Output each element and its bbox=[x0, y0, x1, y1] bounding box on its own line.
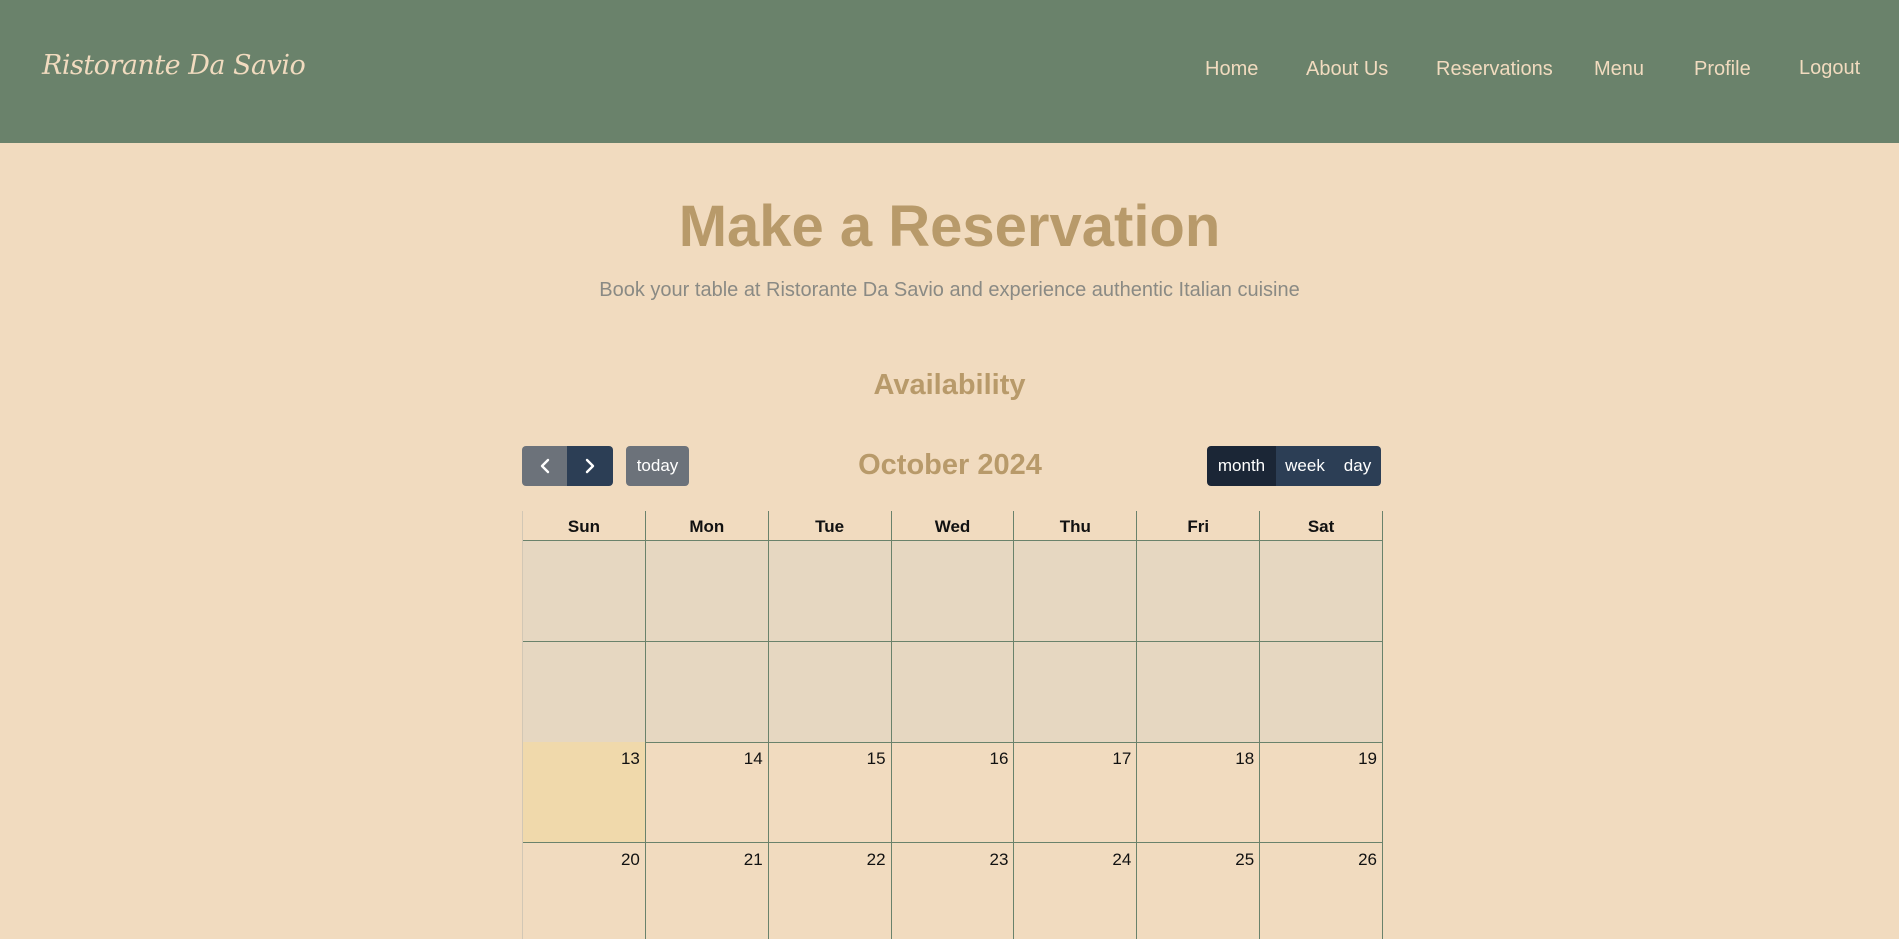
nav-logout[interactable]: Logout bbox=[1799, 57, 1860, 80]
calendar-week-row bbox=[523, 642, 1384, 743]
calendar-day-cell[interactable] bbox=[1137, 642, 1261, 742]
chevron-right-icon bbox=[585, 458, 595, 474]
page-title: Make a Reservation bbox=[678, 194, 1221, 259]
calendar-day-cell[interactable]: 25 bbox=[1137, 843, 1261, 939]
calendar-day-cell[interactable] bbox=[1260, 541, 1384, 641]
calendar-day-cell[interactable] bbox=[523, 642, 646, 742]
day-number: 16 bbox=[989, 749, 1009, 768]
calendar-day-cell[interactable]: 22 bbox=[769, 843, 892, 939]
view-switcher: month week day bbox=[1207, 446, 1381, 486]
day-number: 23 bbox=[989, 850, 1009, 869]
calendar-day-cell[interactable] bbox=[891, 642, 1015, 742]
next-month-button[interactable] bbox=[567, 446, 613, 486]
calendar-day-cell[interactable] bbox=[645, 642, 769, 742]
day-number: 20 bbox=[620, 850, 640, 869]
weekday-header: Mon bbox=[646, 511, 769, 540]
day-number: 14 bbox=[743, 749, 763, 768]
nav-about-us[interactable]: About Us bbox=[1306, 58, 1388, 81]
navbar: Ristorante Da Savio Home About Us Reserv… bbox=[0, 0, 1899, 143]
calendar-day-cell[interactable]: 13 bbox=[523, 742, 646, 842]
calendar-day-cell[interactable] bbox=[768, 642, 892, 742]
day-number: 13 bbox=[620, 749, 640, 768]
calendar-grid: Sun Mon Tue Wed Thu Fri Sat 13 14 15 16 17 18… bbox=[522, 511, 1384, 939]
weekday-header: Wed bbox=[892, 511, 1015, 540]
nav-profile[interactable]: Profile bbox=[1694, 58, 1751, 81]
view-week-button[interactable]: week bbox=[1276, 446, 1334, 486]
day-number: 19 bbox=[1358, 749, 1378, 768]
calendar-day-cell[interactable] bbox=[523, 541, 646, 641]
calendar-week-row: 13 14 15 16 17 18 19 bbox=[523, 742, 1384, 843]
calendar-week-row: 20 21 22 23 24 25 26 bbox=[523, 843, 1384, 939]
brand-logo[interactable]: Ristorante Da Savio bbox=[42, 50, 306, 81]
availability-heading: Availability bbox=[873, 369, 1026, 401]
calendar-day-cell[interactable]: 19 bbox=[1260, 742, 1384, 842]
nav-menu[interactable]: Menu bbox=[1594, 58, 1644, 81]
calendar-day-cell[interactable]: 26 bbox=[1260, 843, 1384, 939]
calendar-title: October 2024 bbox=[858, 449, 1042, 481]
weekday-header: Sun bbox=[523, 511, 646, 540]
day-number: 25 bbox=[1235, 850, 1255, 869]
weekday-header: Tue bbox=[769, 511, 892, 540]
day-number: 24 bbox=[1112, 850, 1132, 869]
nav-reservations[interactable]: Reservations bbox=[1436, 58, 1553, 81]
calendar-day-cell[interactable]: 14 bbox=[646, 742, 769, 842]
calendar-day-cell[interactable] bbox=[891, 541, 1015, 641]
calendar-day-cell[interactable] bbox=[645, 541, 769, 641]
weekday-header: Sat bbox=[1260, 511, 1384, 540]
weekday-header: Thu bbox=[1014, 511, 1138, 540]
calendar-day-cell[interactable]: 20 bbox=[523, 843, 646, 939]
calendar-day-cell[interactable] bbox=[1137, 541, 1261, 641]
page-subtitle: Book your table at Ristorante Da Savio a… bbox=[599, 279, 1300, 301]
calendar-day-cell[interactable]: 23 bbox=[892, 843, 1015, 939]
calendar-day-cell[interactable]: 24 bbox=[1014, 843, 1138, 939]
calendar-day-cell[interactable]: 15 bbox=[769, 742, 892, 842]
calendar-header: Sun Mon Tue Wed Thu Fri Sat bbox=[523, 511, 1384, 541]
calendar-day-cell[interactable]: 21 bbox=[646, 843, 769, 939]
day-number: 21 bbox=[743, 850, 763, 869]
day-number: 26 bbox=[1358, 850, 1378, 869]
calendar-day-cell[interactable] bbox=[768, 541, 892, 641]
day-number: 22 bbox=[866, 850, 886, 869]
calendar-day-cell[interactable]: 17 bbox=[1014, 742, 1138, 842]
chevron-left-icon bbox=[540, 458, 549, 474]
calendar-day-cell[interactable]: 16 bbox=[892, 742, 1015, 842]
nav-home[interactable]: Home bbox=[1205, 58, 1258, 81]
prev-month-button[interactable] bbox=[522, 446, 567, 486]
calendar-day-cell[interactable] bbox=[1014, 541, 1138, 641]
calendar-day-cell[interactable]: 18 bbox=[1137, 742, 1261, 842]
today-button[interactable]: today bbox=[626, 446, 689, 486]
view-month-button[interactable]: month bbox=[1207, 446, 1276, 486]
calendar-day-cell[interactable] bbox=[1260, 642, 1384, 742]
calendar-day-cell[interactable] bbox=[1014, 642, 1138, 742]
weekday-header: Fri bbox=[1137, 511, 1261, 540]
day-number: 15 bbox=[866, 749, 886, 768]
day-number: 17 bbox=[1112, 749, 1132, 768]
calendar-week-row bbox=[523, 541, 1384, 642]
day-number: 18 bbox=[1235, 749, 1255, 768]
view-day-button[interactable]: day bbox=[1334, 446, 1381, 486]
